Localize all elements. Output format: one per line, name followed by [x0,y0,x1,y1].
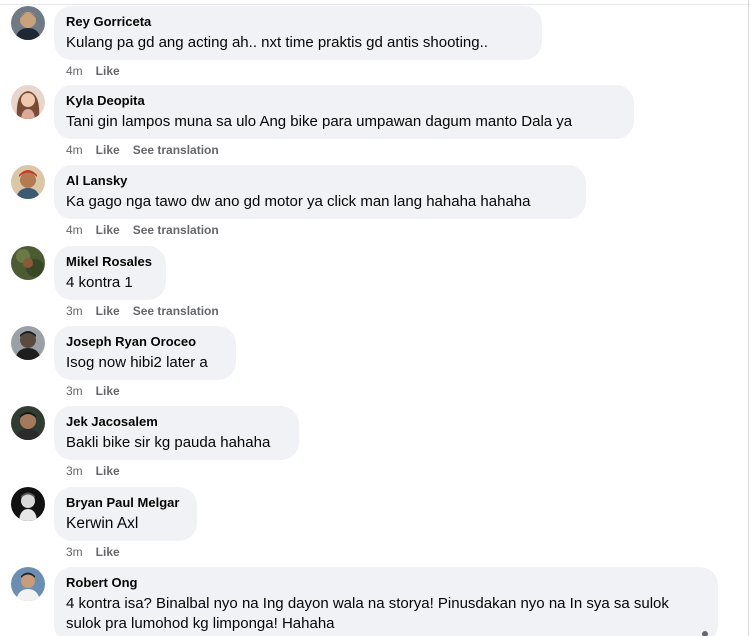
comment-text: Isog now hibi2 later a [66,354,208,371]
comment-actions: 3m Like [66,545,133,559]
comment-time[interactable]: 4m [66,143,83,157]
see-translation-link[interactable]: See translation [133,143,219,157]
comment-time[interactable]: 4m [66,223,83,237]
comment-author[interactable]: Jek Jacosalem [66,414,287,430]
comment-author[interactable]: Joseph Ryan Oroceo [66,334,224,350]
comment-text: 4 kontra isa? Binalbal nyo na Ing dayon … [66,595,669,632]
comment-time[interactable]: 4m [66,64,83,78]
comment-actions: 4m Like [66,64,133,78]
avatar[interactable] [11,85,45,119]
avatar[interactable] [11,6,45,40]
like-button[interactable]: Like [96,143,120,157]
comment-time[interactable]: 3m [66,384,83,398]
comment-author[interactable]: Robert Ong [66,575,706,591]
comment-text: Bakli bike sir kg pauda hahaha [66,434,271,451]
comment-time[interactable]: 3m [66,304,83,318]
comment-bubble: Jek Jacosalem Bakli bike sir kg pauda ha… [54,406,299,460]
comment-bubble: Al Lansky Ka gago nga tawo dw ano gd mot… [54,165,586,219]
comment-bubble: Joseph Ryan Oroceo Isog now hibi2 later … [54,326,236,380]
comment-text: Kulang pa gd ang acting ah.. nxt time pr… [66,34,488,51]
like-button[interactable]: Like [96,64,120,78]
comment-actions: 3m Like [66,464,133,478]
comment-text: 4 kontra 1 [66,274,133,291]
like-button[interactable]: Like [96,545,120,559]
comment-bubble: Mikel Rosales 4 kontra 1 [54,246,166,300]
comment-bubble: Bryan Paul Melgar Kerwin Axl [54,487,197,541]
comment-bubble: Kyla Deopita Tani gin lampos muna sa ulo… [54,85,634,139]
avatar[interactable] [11,246,45,280]
see-translation-link[interactable]: See translation [133,304,219,318]
scroll-indicator [702,631,708,636]
avatar[interactable] [11,487,45,521]
comment-text: Tani gin lampos muna sa ulo Ang bike par… [66,113,573,130]
comment-author[interactable]: Rey Gorriceta [66,14,530,30]
comment-time[interactable]: 3m [66,464,83,478]
comment-actions: 3m Like [66,384,133,398]
like-button[interactable]: Like [96,464,120,478]
comment-author[interactable]: Mikel Rosales [66,254,154,270]
comment-actions: 4m Like See translation [66,143,232,157]
comment-author[interactable]: Bryan Paul Melgar [66,495,185,511]
like-button[interactable]: Like [96,384,120,398]
top-divider [0,4,750,5]
mention-tag[interactable]: Kerwin Axl [66,514,185,534]
see-translation-link[interactable]: See translation [133,223,219,237]
comment-text: Ka gago nga tawo dw ano gd motor ya clic… [66,193,531,210]
comment-bubble: Robert Ong 4 kontra isa? Binalbal nyo na… [54,567,718,636]
comment-actions: 4m Like See translation [66,223,232,237]
scrollbar-track[interactable] [748,0,749,636]
avatar[interactable] [11,165,45,199]
comment-time[interactable]: 3m [66,545,83,559]
comment-thread: Rey Gorriceta Kulang pa gd ang acting ah… [0,0,750,636]
avatar[interactable] [11,406,45,440]
comment-bubble: Rey Gorriceta Kulang pa gd ang acting ah… [54,6,542,60]
like-button[interactable]: Like [96,304,120,318]
comment-author[interactable]: Al Lansky [66,173,574,189]
like-button[interactable]: Like [96,223,120,237]
comment-author[interactable]: Kyla Deopita [66,93,622,109]
comment-actions: 3m Like See translation [66,304,232,318]
avatar[interactable] [11,326,45,360]
avatar[interactable] [11,567,45,601]
